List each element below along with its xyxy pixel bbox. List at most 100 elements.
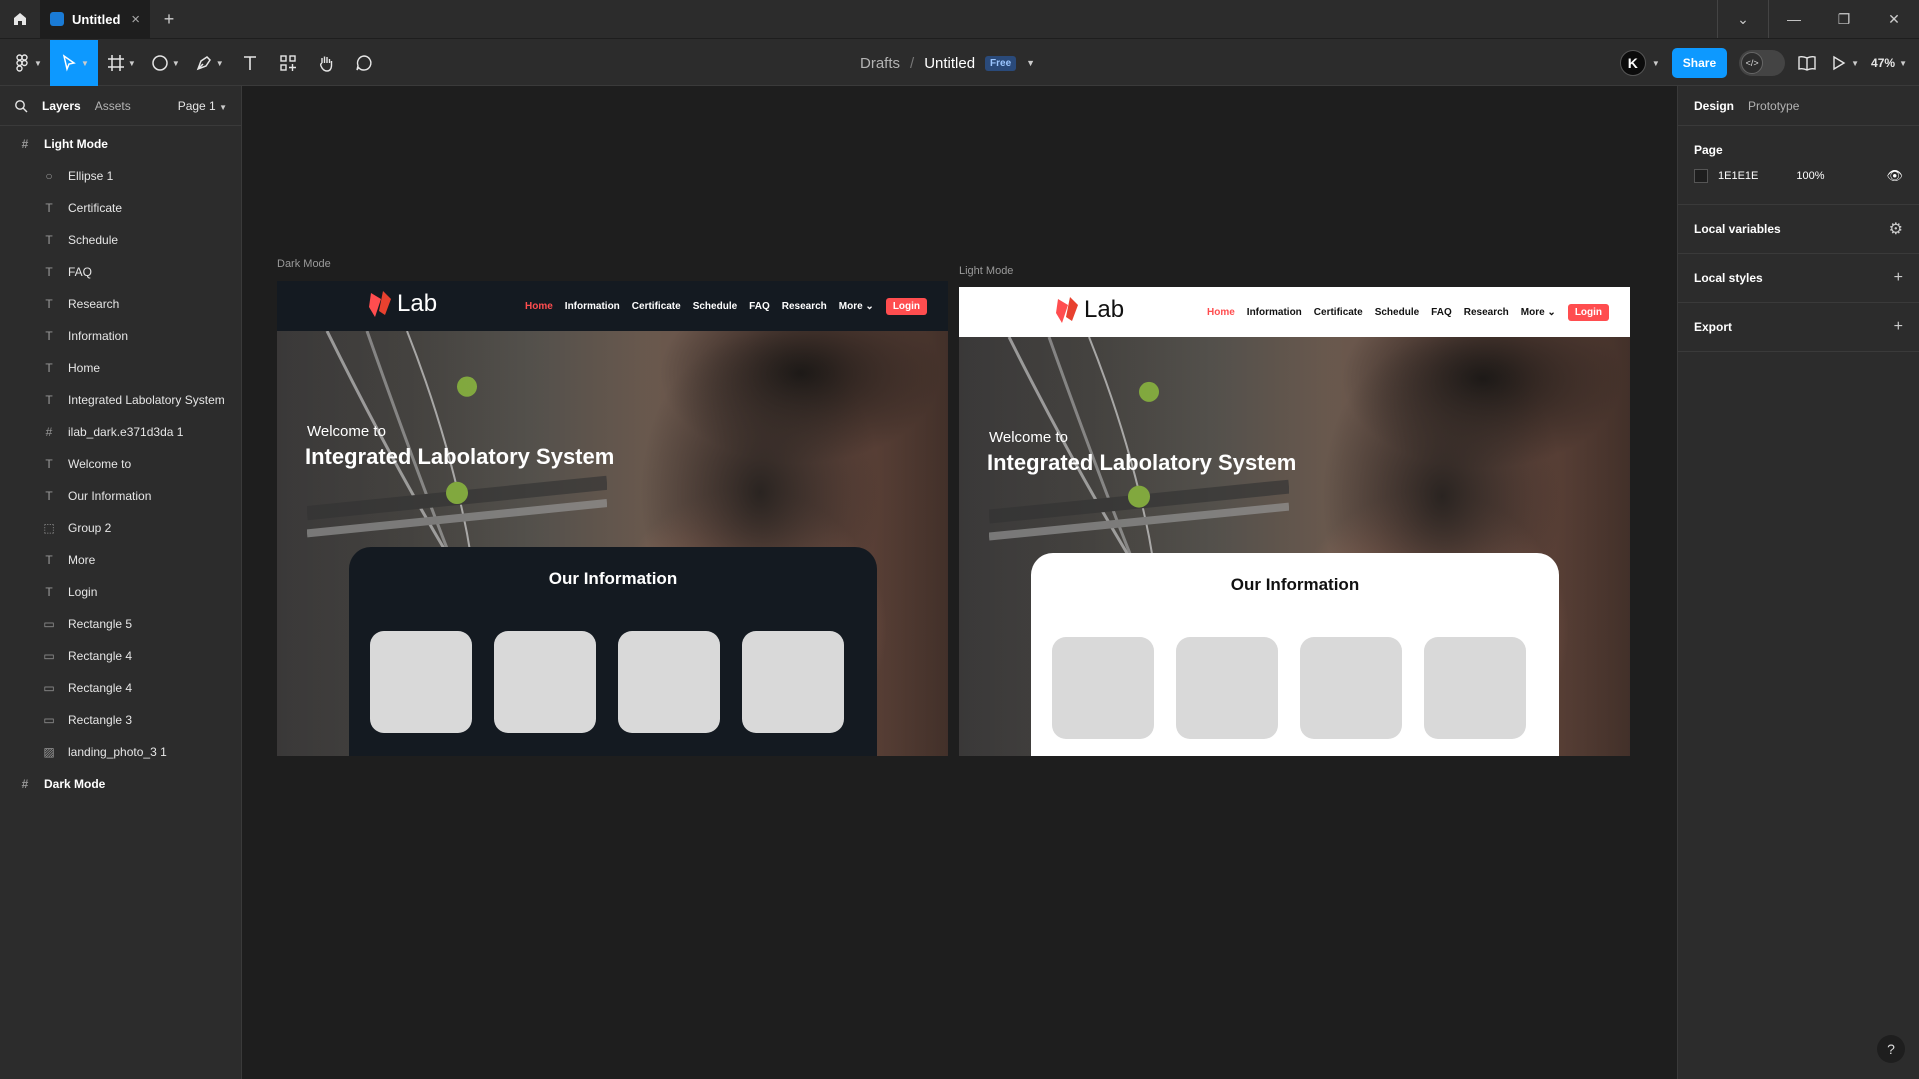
info-tile[interactable] xyxy=(742,631,844,733)
nav-information[interactable]: Information xyxy=(1247,307,1302,318)
move-tool[interactable]: ▼ xyxy=(49,40,98,86)
layer-row[interactable]: ⬚ Group 2 xyxy=(0,512,241,544)
close-window-icon[interactable]: ✕ xyxy=(1869,0,1919,38)
file-tab[interactable]: Untitled × xyxy=(40,0,150,38)
nav-more[interactable]: More ⌄ xyxy=(1521,307,1556,318)
layer-row[interactable]: T Certificate xyxy=(0,192,241,224)
info-tile[interactable] xyxy=(494,631,596,733)
close-tab-icon[interactable]: × xyxy=(131,11,140,28)
layer-label: Information xyxy=(68,329,129,343)
text-tool[interactable] xyxy=(232,40,268,86)
info-tile[interactable] xyxy=(370,631,472,733)
layer-row[interactable]: ▭ Rectangle 5 xyxy=(0,608,241,640)
layer-row[interactable]: T Home xyxy=(0,352,241,384)
search-icon[interactable] xyxy=(14,99,28,113)
layer-row[interactable]: T More xyxy=(0,544,241,576)
layer-row[interactable]: # ilab_dark.e371d3da 1 xyxy=(0,416,241,448)
nav-schedule[interactable]: Schedule xyxy=(1375,307,1419,318)
info-tile[interactable] xyxy=(1052,637,1154,739)
dark-frame-label[interactable]: Dark Mode xyxy=(277,258,331,270)
tab-assets[interactable]: Assets xyxy=(95,99,131,113)
light-mode-frame[interactable]: Lab Home Information Certificate Schedul… xyxy=(959,287,1630,756)
tab-prototype[interactable]: Prototype xyxy=(1748,99,1799,113)
nav-certificate[interactable]: Certificate xyxy=(1314,307,1363,318)
present-button[interactable]: ▼ xyxy=(1829,54,1859,72)
variables-settings-icon[interactable]: ⚙ xyxy=(1889,219,1903,239)
nav-information[interactable]: Information xyxy=(565,301,620,312)
dark-mode-frame[interactable]: Lab Home Information Certificate Schedul… xyxy=(277,281,948,756)
layer-row[interactable]: T Welcome to xyxy=(0,448,241,480)
nav-more[interactable]: More ⌄ xyxy=(839,301,874,312)
window-controls: ⌄ — ❐ ✕ xyxy=(1717,0,1919,38)
tab-layers[interactable]: Layers xyxy=(42,99,81,113)
layer-label: Rectangle 4 xyxy=(68,649,133,663)
login-button[interactable]: Login xyxy=(1567,303,1610,321)
layer-row[interactable]: # Light Mode xyxy=(0,128,241,160)
nav-faq[interactable]: FAQ xyxy=(1431,307,1452,318)
nav-schedule[interactable]: Schedule xyxy=(693,301,737,312)
layer-row[interactable]: T FAQ xyxy=(0,256,241,288)
nav-research[interactable]: Research xyxy=(782,301,827,312)
nav-home[interactable]: Home xyxy=(525,301,553,312)
nav-research[interactable]: Research xyxy=(1464,307,1509,318)
tabs-dropdown-icon[interactable]: ⌄ xyxy=(1718,0,1768,38)
layer-label: Ellipse 1 xyxy=(68,169,114,183)
layer-row[interactable]: ▭ Rectangle 3 xyxy=(0,704,241,736)
library-book-icon[interactable] xyxy=(1797,53,1817,73)
page-select[interactable]: Page 1 ▼ xyxy=(178,99,227,113)
local-variables-label[interactable]: Local variables xyxy=(1694,222,1781,236)
figma-logo-icon xyxy=(16,54,28,72)
add-style-plus-icon[interactable]: + xyxy=(1894,269,1903,287)
layer-row[interactable]: ▭ Rectangle 4 xyxy=(0,672,241,704)
layer-row[interactable]: ○ Ellipse 1 xyxy=(0,160,241,192)
file-title[interactable]: Untitled xyxy=(924,55,975,72)
multiplayer-menu[interactable]: K ▼ xyxy=(1619,50,1660,76)
minimize-icon[interactable]: — xyxy=(1769,0,1819,38)
layer-row[interactable]: T Information xyxy=(0,320,241,352)
nav-certificate[interactable]: Certificate xyxy=(632,301,681,312)
layer-row[interactable]: T Integrated Labolatory System xyxy=(0,384,241,416)
chevron-down-icon: ▼ xyxy=(219,102,227,112)
avatar[interactable]: K xyxy=(1619,50,1646,76)
layer-row[interactable]: T Research xyxy=(0,288,241,320)
layer-row[interactable]: # Dark Mode xyxy=(0,768,241,800)
components-tool[interactable] xyxy=(270,40,306,86)
add-export-plus-icon[interactable]: + xyxy=(1894,318,1903,336)
new-tab-button[interactable]: + xyxy=(150,9,188,30)
site-logo[interactable]: Lab xyxy=(367,289,437,319)
nav-faq[interactable]: FAQ xyxy=(749,301,770,312)
hand-tool[interactable] xyxy=(308,40,344,86)
eye-icon[interactable]: 👁 xyxy=(1886,168,1903,184)
dev-mode-toggle[interactable]: </> xyxy=(1739,50,1786,76)
login-button[interactable]: Login xyxy=(885,297,928,315)
comment-tool[interactable] xyxy=(346,40,382,86)
info-tile[interactable] xyxy=(1424,637,1526,739)
page-opacity-value[interactable]: 100% xyxy=(1796,170,1824,182)
file-menu-chevron-icon[interactable]: ▼ xyxy=(1026,58,1035,68)
zoom-menu[interactable]: 47% ▼ xyxy=(1871,56,1907,70)
color-swatch[interactable] xyxy=(1694,169,1708,183)
page-color-value[interactable]: 1E1E1E xyxy=(1718,170,1758,182)
tab-design[interactable]: Design xyxy=(1694,99,1734,113)
page-fill-row[interactable]: 1E1E1E 100% 👁 xyxy=(1694,160,1903,192)
light-frame-label[interactable]: Light Mode xyxy=(959,265,1013,277)
site-logo[interactable]: Lab xyxy=(1054,295,1124,325)
layer-row[interactable]: T Login xyxy=(0,576,241,608)
layer-row[interactable]: T Schedule xyxy=(0,224,241,256)
pen-tool[interactable]: ▼ xyxy=(188,40,230,86)
home-button[interactable] xyxy=(0,0,40,38)
frame-tool[interactable]: ▼ xyxy=(100,40,142,86)
drafts-link[interactable]: Drafts xyxy=(860,55,900,72)
layer-row[interactable]: T Our Information xyxy=(0,480,241,512)
share-button[interactable]: Share xyxy=(1671,48,1728,78)
nav-home[interactable]: Home xyxy=(1207,307,1235,318)
shape-tool[interactable]: ▼ xyxy=(144,40,186,86)
info-tile[interactable] xyxy=(1176,637,1278,739)
restore-icon[interactable]: ❐ xyxy=(1819,0,1869,38)
help-button[interactable]: ? xyxy=(1877,1035,1905,1063)
info-tile[interactable] xyxy=(1300,637,1402,739)
info-tile[interactable] xyxy=(618,631,720,733)
layer-row[interactable]: ▭ Rectangle 4 xyxy=(0,640,241,672)
main-menu-button[interactable]: ▼ xyxy=(6,40,48,86)
layer-row[interactable]: ▨ landing_photo_3 1 xyxy=(0,736,241,768)
